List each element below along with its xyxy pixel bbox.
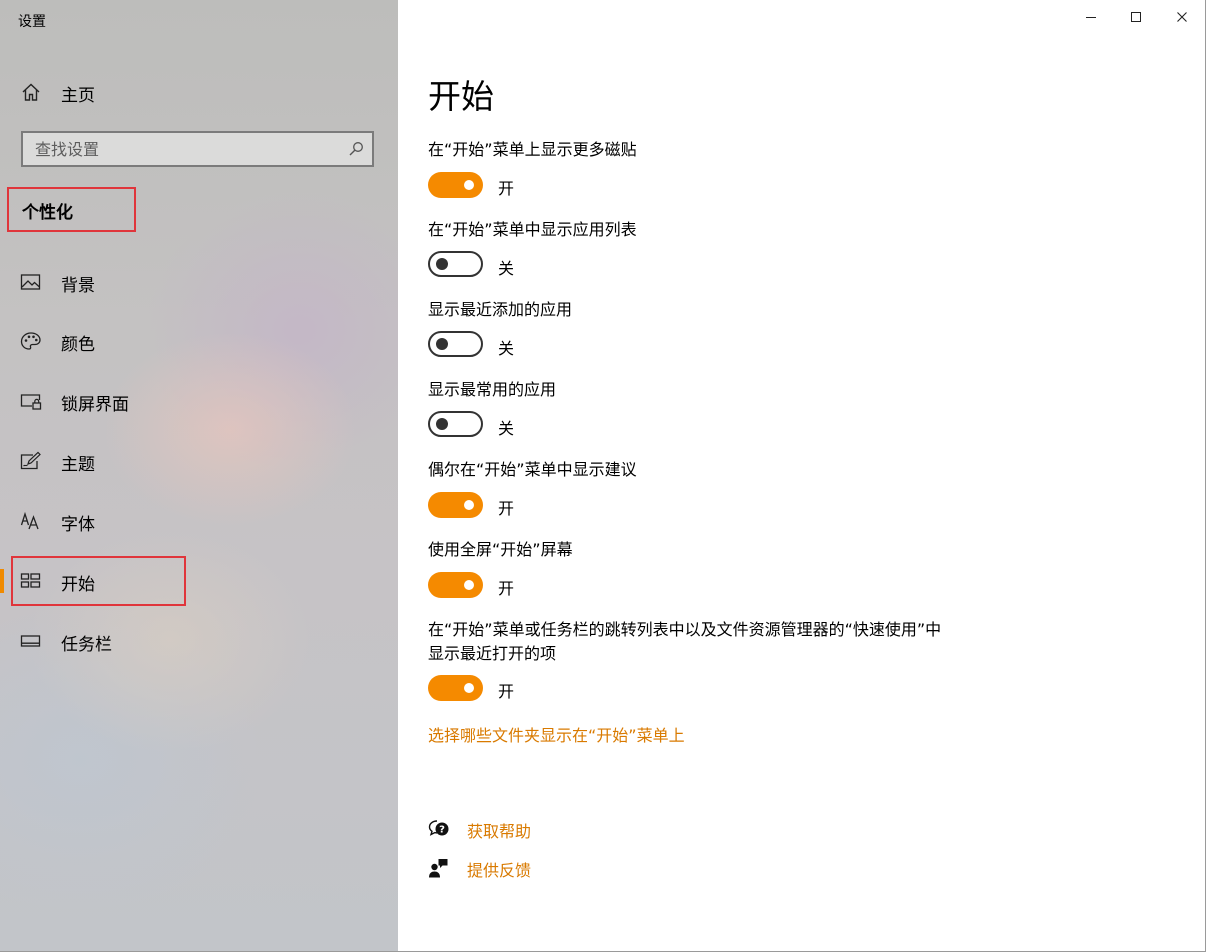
sidebar-item-background[interactable]: 背景 [0,262,398,302]
app-title: 设置 [18,14,46,30]
sidebar-item-themes[interactable]: 主题 [0,441,398,481]
svg-text:?: ? [439,825,445,836]
toggle-state-label: 开 [498,499,515,518]
sidebar-item-label: 主页 [61,86,95,106]
help-chat-icon: ? [428,820,449,836]
setting-suggestions: 偶尔在“开始”菜单中显示建议 开 [428,458,1028,518]
toggle-recent-items[interactable] [428,675,483,701]
taskbar-icon [20,635,41,647]
palette-icon [20,332,41,350]
setting-app-list: 在“开始”菜单中显示应用列表 关 [428,218,1028,278]
font-icon [20,511,39,530]
setting-recent-items: 在“开始”菜单或任务栏的跳转列表中以及文件资源管理器的“快速使用”中 显示最近打… [428,618,1028,701]
search-box[interactable] [21,131,374,167]
page-title: 开始 [428,77,494,116]
toggle-state-label: 开 [498,682,515,701]
toggle-suggestions[interactable] [428,492,483,518]
sidebar-item-taskbar[interactable]: 任务栏 [0,621,398,661]
feedback-person-icon [429,859,448,878]
toggle-recently-added[interactable] [428,331,483,357]
theme-pen-icon [20,451,41,470]
sidebar-item-label: 颜色 [61,335,95,355]
search-input[interactable] [23,133,345,165]
search-icon[interactable] [348,141,364,157]
setting-most-used: 显示最常用的应用 关 [428,378,1028,438]
setting-label-line2: 显示最近打开的项 [428,644,557,663]
picture-icon [20,274,41,290]
toggle-most-used[interactable] [428,411,483,437]
sidebar-item-label: 背景 [61,276,95,296]
close-icon [1177,12,1187,22]
setting-label: 显示最常用的应用 [428,380,557,399]
toggle-state-label: 关 [498,339,515,358]
setting-label: 在“开始”菜单中显示应用列表 [428,220,637,239]
get-help-link[interactable]: 获取帮助 [467,818,531,842]
toggle-more-tiles[interactable] [428,172,483,198]
toggle-fullscreen-start[interactable] [428,572,483,598]
toggle-state-label: 关 [498,259,515,278]
main-content: 开始 在“开始”菜单上显示更多磁贴 开 在“开始”菜单中显示应用列表 关 显示最… [398,0,1206,952]
close-button[interactable] [1167,6,1197,28]
setting-label: 偶尔在“开始”菜单中显示建议 [428,460,637,479]
sidebar-item-label: 主题 [61,455,95,475]
sidebar-item-lock-screen[interactable]: 锁屏界面 [0,381,398,421]
toggle-state-label: 开 [498,179,515,198]
sidebar-item-label: 字体 [61,515,95,535]
toggle-app-list[interactable] [428,251,483,277]
highlight-box-start [11,556,186,606]
setting-label: 显示最近添加的应用 [428,300,573,319]
sidebar-item-fonts[interactable]: 字体 [0,501,398,541]
minimize-button[interactable] [1076,6,1106,28]
setting-label: 使用全屏“开始”屏幕 [428,540,573,559]
sidebar-item-label: 锁屏界面 [61,395,129,415]
setting-label: 在“开始”菜单上显示更多磁贴 [428,140,637,159]
sidebar-item-colors[interactable]: 颜色 [0,321,398,361]
setting-more-tiles: 在“开始”菜单上显示更多磁贴 开 [428,138,1028,198]
feedback-link[interactable]: 提供反馈 [467,857,531,881]
lock-screen-icon [20,394,42,410]
maximize-icon [1131,12,1141,22]
toggle-state-label: 关 [498,419,515,438]
sidebar-item-label: 任务栏 [61,635,112,655]
highlight-box-section [7,187,136,232]
home-icon [22,83,40,101]
sidebar: 设置 主页 个性化 背景 颜色 [0,0,398,952]
choose-folders-link[interactable]: 选择哪些文件夹显示在“开始”菜单上 [428,722,685,746]
sidebar-item-home[interactable]: 主页 [0,72,398,112]
toggle-state-label: 开 [498,579,515,598]
setting-recently-added: 显示最近添加的应用 关 [428,298,1028,358]
maximize-button[interactable] [1121,6,1151,28]
setting-fullscreen-start: 使用全屏“开始”屏幕 开 [428,538,1028,598]
minimize-icon [1086,17,1096,18]
setting-label-line1: 在“开始”菜单或任务栏的跳转列表中以及文件资源管理器的“快速使用”中 [428,620,942,639]
